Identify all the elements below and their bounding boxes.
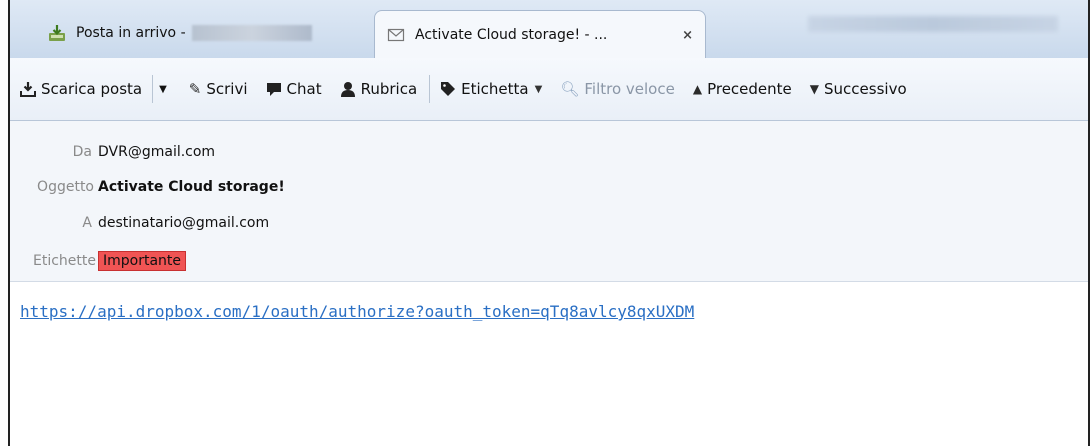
header-subject: Oggetto Activate Cloud storage!	[10, 175, 285, 199]
tab-inbox-label: Posta in arrivo -	[76, 24, 186, 41]
get-mail-button[interactable]: Scarica posta	[20, 80, 142, 98]
chat-label: Chat	[286, 80, 322, 98]
header-tags: Etichette Importante	[10, 249, 187, 273]
tab-message-label: Activate Cloud storage! - ...	[415, 27, 608, 43]
chevron-down-icon: ▼	[159, 83, 167, 95]
previous-button[interactable]: ▲ Precedente	[693, 80, 792, 98]
header-to: A destinatario@gmail.com	[10, 211, 269, 235]
get-mail-dropdown[interactable]: ▼	[159, 84, 167, 95]
inbox-download-icon	[49, 24, 65, 41]
previous-label: Precedente	[707, 80, 792, 98]
search-icon: 🔍︎	[560, 80, 580, 98]
mail-window: Posta in arrivo - Activate Cloud storage…	[8, 0, 1090, 446]
from-value[interactable]: DVR@gmail.com	[98, 144, 215, 160]
authorize-link[interactable]: https://api.dropbox.com/1/oauth/authoriz…	[20, 302, 694, 321]
redacted-account	[191, 24, 312, 41]
close-icon[interactable]: ×	[682, 28, 693, 43]
next-button[interactable]: ▼ Successivo	[810, 80, 907, 98]
subject-value: Activate Cloud storage!	[98, 179, 285, 195]
tags-label: Etichette	[33, 253, 96, 269]
write-button[interactable]: ✎ Scrivi	[189, 80, 248, 98]
tab-message[interactable]: Activate Cloud storage! - ... ×	[374, 10, 706, 59]
get-mail-label: Scarica posta	[41, 80, 143, 98]
next-label: Successivo	[824, 80, 907, 98]
header-from: Da DVR@gmail.com	[10, 140, 215, 164]
toolbar-divider	[152, 75, 154, 103]
tab-strip: Posta in arrivo - Activate Cloud storage…	[10, 0, 1088, 59]
tag-icon	[441, 82, 456, 96]
tag-label: Etichetta	[461, 80, 529, 98]
arrow-down-icon: ▼	[809, 82, 820, 96]
quick-filter-button[interactable]: 🔍︎ Filtro veloce	[560, 80, 675, 98]
redacted-window-title	[808, 16, 1058, 32]
to-label: A	[82, 215, 92, 231]
address-book-button[interactable]: Rubrica	[340, 80, 418, 98]
quick-filter-label: Filtro veloce	[584, 80, 675, 98]
arrow-up-icon: ▲	[692, 82, 703, 96]
pencil-icon: ✎	[188, 80, 202, 98]
toolbar: Scarica posta ▼ ✎ Scrivi Chat Rubrica Et…	[10, 58, 1088, 121]
write-label: Scrivi	[206, 80, 248, 98]
address-book-label: Rubrica	[360, 80, 418, 98]
envelope-icon	[387, 28, 405, 42]
chat-button[interactable]: Chat	[266, 80, 322, 98]
message-body: https://api.dropbox.com/1/oauth/authoriz…	[10, 282, 1088, 446]
chevron-down-icon: ▼	[534, 83, 543, 95]
tab-inbox[interactable]: Posta in arrivo -	[36, 8, 366, 57]
from-label: Da	[72, 144, 92, 160]
chat-icon	[266, 82, 281, 96]
download-icon	[20, 82, 36, 97]
contact-icon	[340, 82, 355, 97]
subject-label: Oggetto	[37, 179, 94, 195]
toolbar-divider	[429, 75, 431, 103]
tag-button[interactable]: Etichetta ▼	[440, 80, 542, 98]
tag-badge[interactable]: Importante	[98, 251, 187, 271]
message-headers: Da DVR@gmail.com Oggetto Activate Cloud …	[10, 121, 1088, 282]
to-value[interactable]: destinatario@gmail.com	[98, 215, 269, 231]
